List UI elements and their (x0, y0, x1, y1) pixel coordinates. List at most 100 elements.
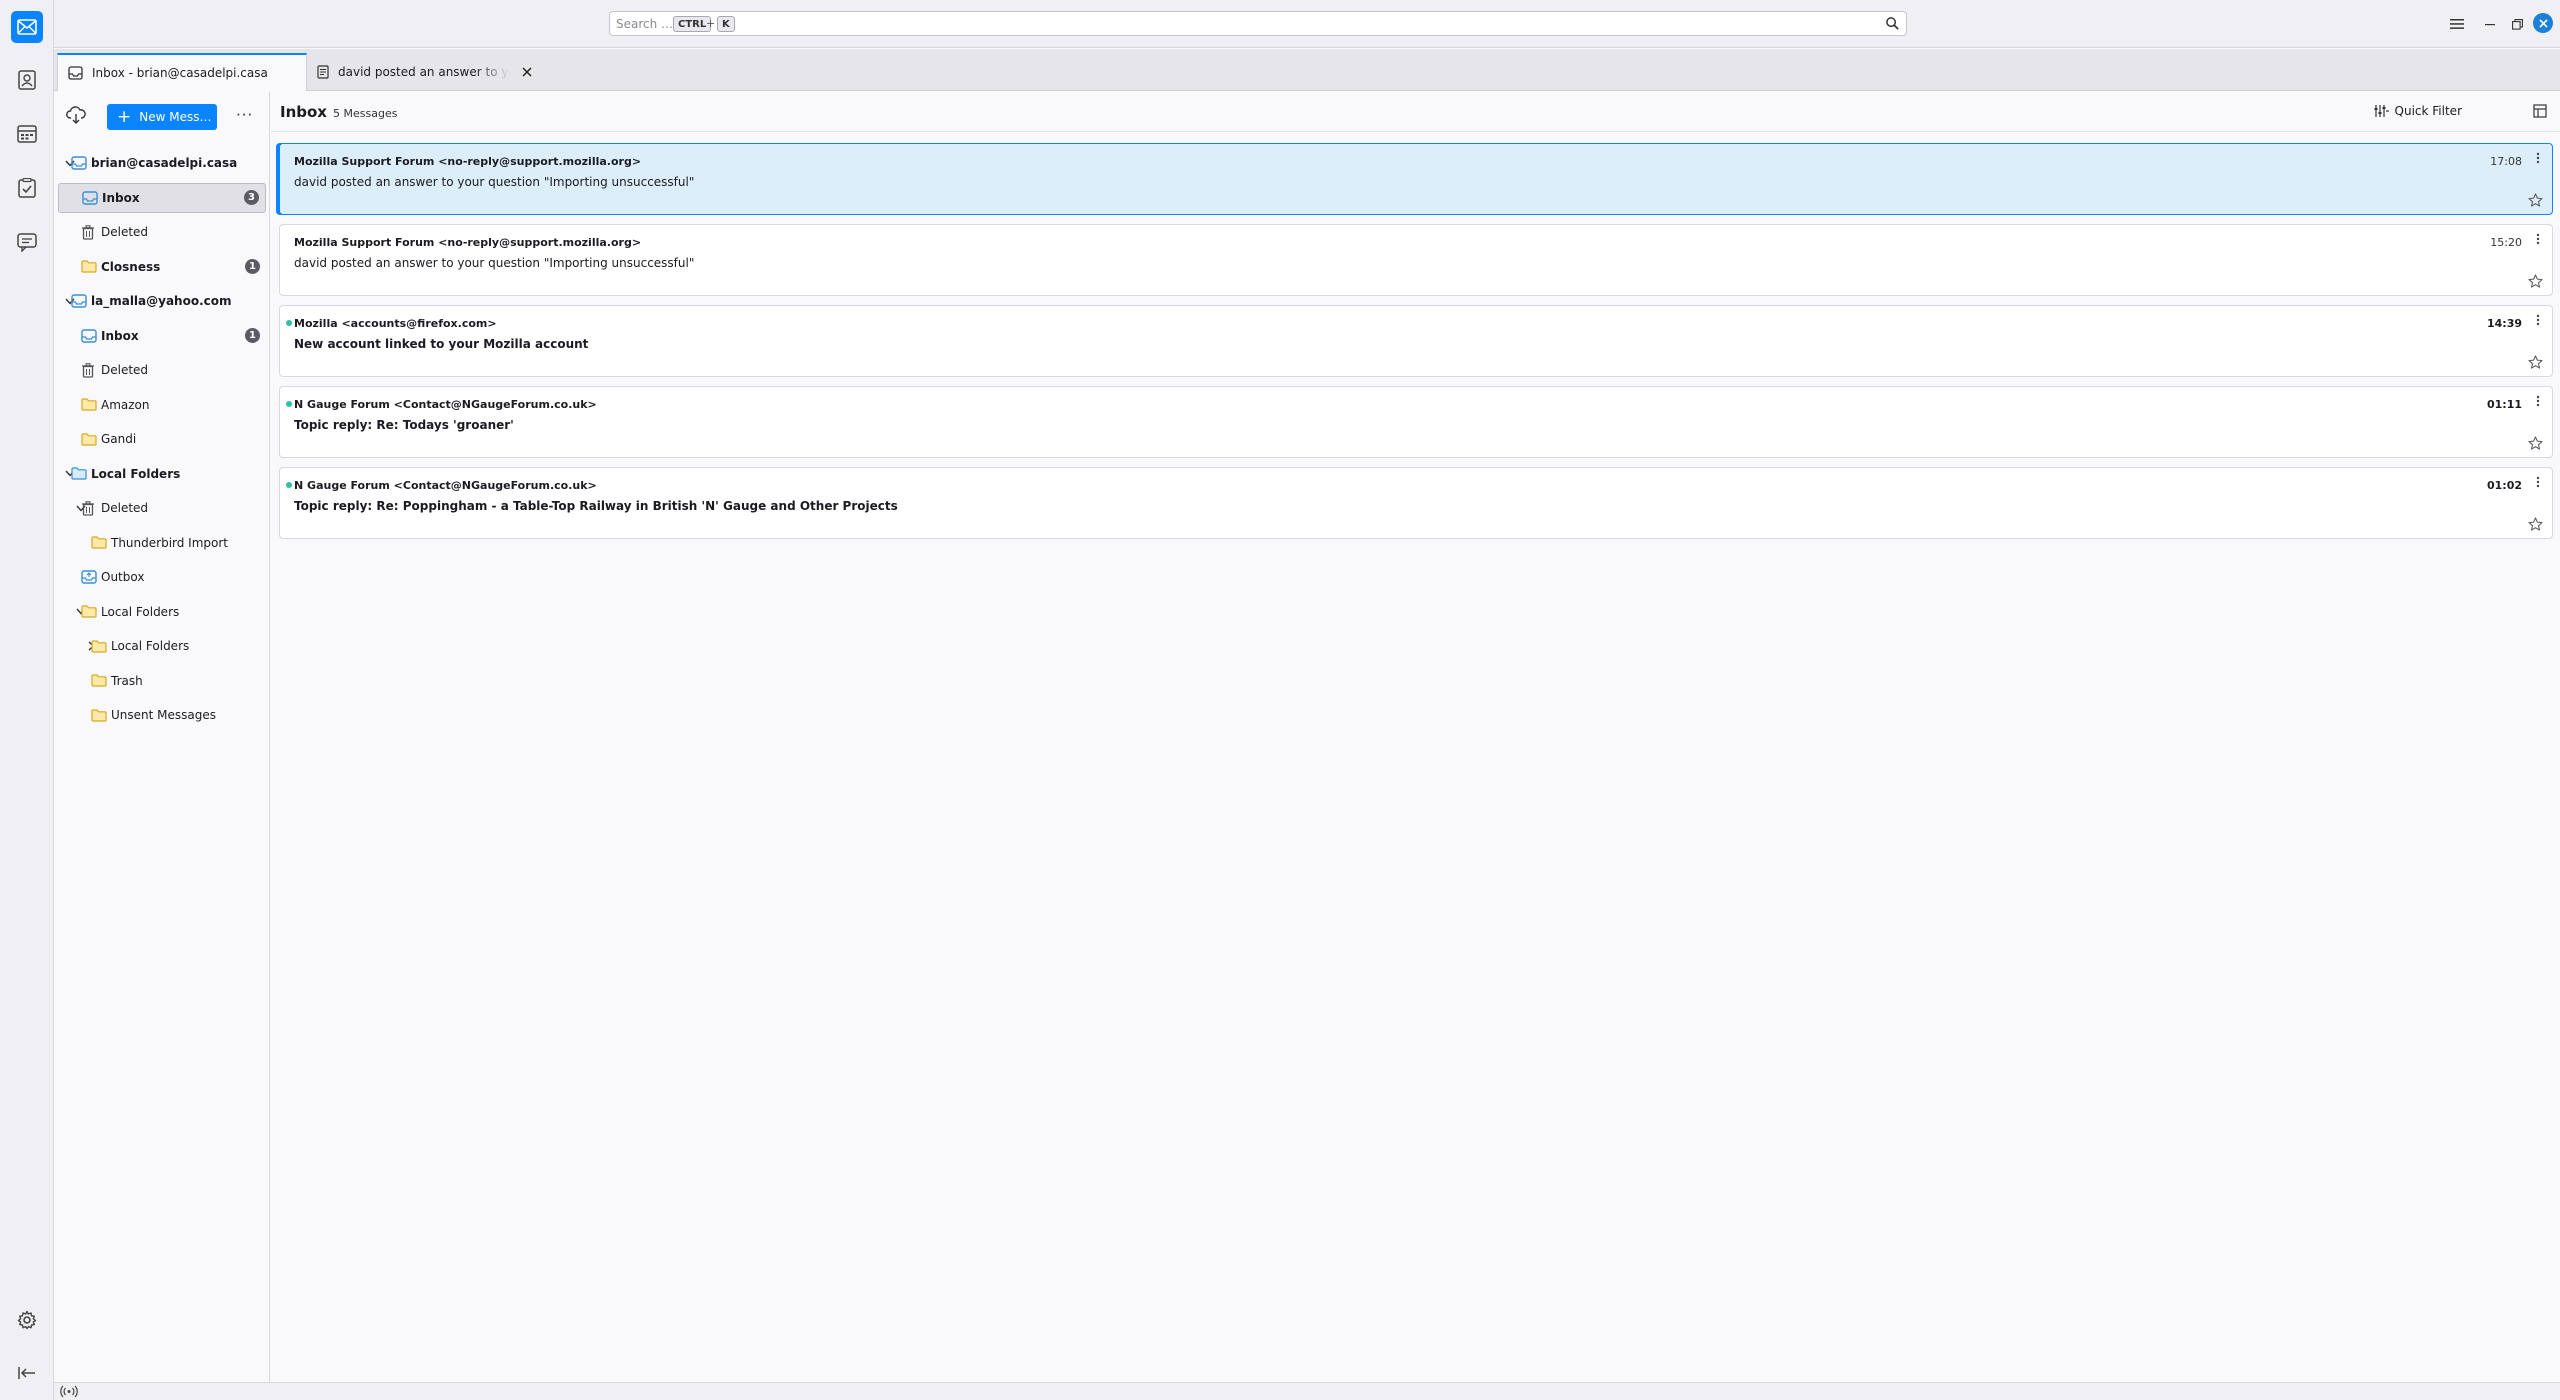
star-icon[interactable] (2528, 193, 2543, 211)
message-time: 17:08 (2490, 155, 2522, 168)
folder-item-la-malla-yahoo-com[interactable]: la_malla@yahoo.com (58, 286, 266, 316)
message-card[interactable]: N Gauge Forum <Contact@NGaugeForum.co.uk… (279, 467, 2553, 539)
restore-icon[interactable] (2507, 14, 2527, 34)
folder-label: Amazon (101, 397, 150, 412)
online-status-icon[interactable] (60, 1385, 78, 1400)
tabs-bar: Inbox - brian@casadelpi.casa david poste… (54, 49, 2560, 91)
message-card[interactable]: Mozilla Support Forum <no-reply@support.… (279, 143, 2553, 215)
folder-label: la_malla@yahoo.com (91, 294, 232, 308)
collapse-spaces-icon[interactable] (11, 1357, 43, 1389)
folder-item-closness[interactable]: Closness 1 (58, 252, 266, 282)
search-icon[interactable] (1885, 16, 1900, 35)
message-subject: david posted an answer to your question … (294, 175, 695, 189)
folder-label: Local Folders (91, 466, 181, 481)
message-card[interactable]: Mozilla <accounts@firefox.com> New accoun… (279, 305, 2553, 377)
folder-item-local-folders[interactable]: Local Folders (58, 631, 266, 661)
folder-label: Local Folders (101, 604, 180, 619)
folder-item-gandi[interactable]: Gandi (58, 424, 266, 454)
message-subject: New account linked to your Mozilla accou… (294, 337, 589, 351)
folder-pane-header: + New Mess… ··· (54, 92, 270, 140)
folder-icon (81, 398, 97, 411)
tasks-icon[interactable] (11, 172, 43, 204)
folder-label: Inbox (102, 190, 140, 205)
get-messages-icon[interactable] (66, 106, 86, 128)
folder-item-inbox[interactable]: Inbox 3 (58, 182, 266, 213)
message-menu-icon[interactable] (2536, 233, 2540, 249)
folder-label: Deleted (101, 225, 149, 239)
folder-item-local-folders[interactable]: Local Folders (58, 459, 266, 489)
message-sender: N Gauge Forum <Contact@NGaugeForum.co.uk… (294, 398, 597, 411)
quick-filter-button[interactable]: Quick Filter (2374, 104, 2462, 118)
app-menu-icon[interactable] (2447, 14, 2467, 34)
account-icon (71, 156, 87, 170)
star-icon[interactable] (2528, 436, 2543, 454)
folder-label: Inbox (101, 328, 139, 343)
folder-label: Closness (101, 259, 161, 274)
trash-icon (81, 362, 95, 378)
folder-label: Deleted (101, 363, 149, 377)
message-menu-icon[interactable] (2536, 152, 2540, 168)
plus-icon: + (117, 106, 132, 127)
folder-icon (91, 639, 107, 653)
star-icon[interactable] (2528, 355, 2543, 373)
list-display-options-icon[interactable] (2533, 104, 2547, 122)
message-time: 14:39 (2486, 317, 2522, 330)
chat-icon[interactable] (11, 226, 43, 258)
folder-label: Trash (111, 673, 143, 688)
folder-icon (81, 432, 97, 446)
folder-icon (91, 708, 107, 722)
tab-label: david posted an answer to your qu (338, 65, 510, 79)
close-tab-icon[interactable] (522, 67, 532, 77)
search-box[interactable]: Search … CTRL + K (609, 11, 1907, 36)
settings-gear-icon[interactable] (11, 1304, 43, 1336)
message-sender: Mozilla Support Forum <no-reply@support.… (294, 155, 642, 168)
star-icon[interactable] (2528, 517, 2543, 535)
folder-label: Deleted (101, 501, 149, 515)
folder-label: Local Folders (111, 639, 190, 653)
unread-count-badge: 1 (245, 328, 260, 343)
new-message-button[interactable]: + New Mess… (107, 104, 217, 130)
shortcut-key-k: K (717, 16, 735, 32)
mail-space-icon[interactable] (11, 11, 43, 43)
message-subject: Topic reply: Re: Poppingham - a Table-To… (294, 499, 898, 513)
shortcut-plus: + (706, 17, 716, 30)
calendar-icon[interactable] (11, 118, 43, 150)
tab-inbox[interactable]: Inbox - brian@casadelpi.casa (57, 53, 307, 91)
inbox-icon (81, 328, 97, 343)
new-message-label: New Mess… (139, 110, 212, 124)
inbox-icon (82, 190, 98, 205)
message-time: 01:11 (2486, 398, 2522, 411)
folder-item-thunderbird-import[interactable]: Thunderbird Import (58, 528, 266, 558)
close-window-icon[interactable] (2533, 13, 2553, 33)
message-menu-icon[interactable] (2536, 476, 2540, 492)
folder-item-outbox[interactable]: Outbox (58, 562, 266, 592)
folder-item-amazon[interactable]: Amazon (58, 390, 266, 420)
message-subject: david posted an answer to your question … (294, 256, 695, 270)
folder-item-deleted[interactable]: Deleted (58, 493, 266, 523)
folder-pane-more-icon[interactable]: ··· (236, 106, 253, 124)
folder-label: Unsent Messages (111, 708, 216, 722)
folder-item-local-folders[interactable]: Local Folders (58, 597, 266, 627)
trash-icon (81, 500, 95, 516)
folder-item-deleted[interactable]: Deleted (58, 217, 266, 247)
message-card[interactable]: N Gauge Forum <Contact@NGaugeForum.co.uk… (279, 386, 2553, 458)
message-sender: N Gauge Forum <Contact@NGaugeForum.co.uk… (294, 479, 597, 492)
folder-item-deleted[interactable]: Deleted (58, 355, 266, 385)
star-icon[interactable] (2528, 274, 2543, 292)
search-placeholder: Search … (616, 17, 674, 31)
message-time: 01:02 (2486, 479, 2522, 492)
message-menu-icon[interactable] (2536, 314, 2540, 330)
address-book-icon[interactable] (11, 64, 43, 96)
inbox-icon (68, 66, 83, 80)
folder-item-trash[interactable]: Trash (58, 666, 266, 696)
tab-message[interactable]: david posted an answer to your qu (307, 53, 542, 91)
quick-filter-icon (2374, 105, 2389, 117)
message-menu-icon[interactable] (2536, 395, 2540, 411)
folder-item-inbox[interactable]: Inbox 1 (58, 321, 266, 351)
message-card[interactable]: Mozilla Support Forum <no-reply@support.… (279, 224, 2553, 296)
folder-label: Outbox (101, 570, 145, 584)
folder-item-unsent-messages[interactable]: Unsent Messages (58, 700, 266, 730)
tab-label: Inbox - brian@casadelpi.casa (92, 66, 268, 80)
folder-item-brian-casadelpi-casa[interactable]: brian@casadelpi.casa (58, 148, 266, 178)
minimize-icon[interactable] (2480, 14, 2500, 34)
